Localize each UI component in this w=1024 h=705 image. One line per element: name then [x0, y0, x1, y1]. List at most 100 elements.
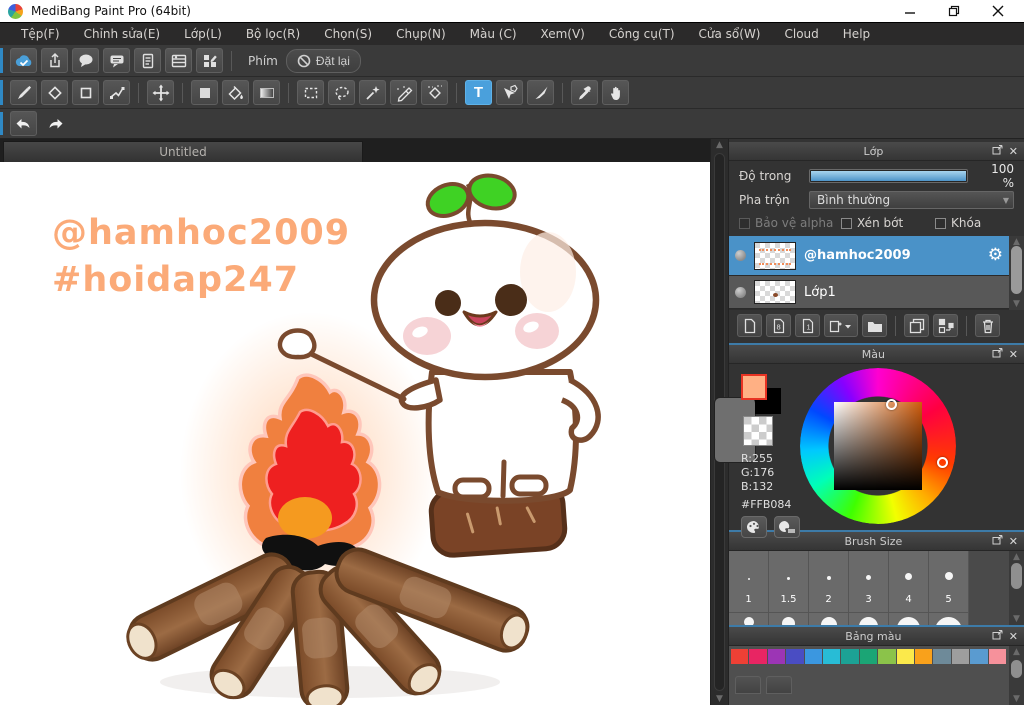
tool-gradient-button[interactable]: [253, 80, 280, 105]
drawing-canvas[interactable]: @hamhoc2009 #hoidap247: [0, 162, 710, 705]
menu-item[interactable]: Chỉnh sửa(E): [73, 24, 172, 44]
material-panel-button[interactable]: [165, 48, 192, 73]
palette-swatch[interactable]: [731, 649, 749, 664]
minimize-button[interactable]: [890, 1, 930, 21]
palette-swatch[interactable]: [767, 649, 786, 664]
opacity-slider[interactable]: [809, 169, 968, 183]
palette-menu-button[interactable]: [766, 676, 792, 694]
transparent-color-swatch[interactable]: [743, 416, 773, 446]
brush-size-cell[interactable]: 5: [929, 551, 969, 613]
brush-size-cell[interactable]: [729, 613, 769, 625]
palette-swatch[interactable]: [823, 649, 841, 664]
brush-size-cell[interactable]: 2: [809, 551, 849, 613]
cloud-sync-button[interactable]: [10, 48, 37, 73]
palette-swatch[interactable]: [988, 649, 1007, 664]
protect-alpha-checkbox[interactable]: Bảo vệ alpha: [739, 216, 835, 230]
popout-icon[interactable]: [992, 535, 1003, 547]
new-1bit-layer-button[interactable]: 1: [795, 314, 820, 337]
brush-panel-scrollbar[interactable]: ▲ ▼: [1009, 551, 1024, 625]
new-8bit-layer-button[interactable]: 8: [766, 314, 791, 337]
palette-swatch[interactable]: [951, 649, 970, 664]
palette-swatch[interactable]: [970, 649, 988, 664]
document-button[interactable]: [134, 48, 161, 73]
tool-lasso-button[interactable]: [328, 80, 355, 105]
palette-swatch[interactable]: [841, 649, 859, 664]
tool-select-eraser-button[interactable]: [421, 80, 448, 105]
menu-item[interactable]: Chọn(S): [313, 24, 383, 44]
brush-size-cell[interactable]: [769, 613, 809, 625]
layout-button[interactable]: [196, 48, 223, 73]
tool-hand-button[interactable]: [602, 80, 629, 105]
tool-move-button[interactable]: [147, 80, 174, 105]
palette-swatch[interactable]: [786, 649, 804, 664]
duplicate-layer-button[interactable]: [904, 314, 929, 337]
foreground-color-swatch[interactable]: [741, 374, 767, 400]
palette-scrollbar[interactable]: ▲ ▼: [1009, 646, 1024, 705]
reset-button[interactable]: Đặt lại: [285, 48, 361, 73]
scrollbar-thumb[interactable]: [1011, 563, 1022, 589]
layer-settings-gear-icon[interactable]: ⚙: [988, 247, 1003, 264]
palette-swatch[interactable]: [749, 649, 767, 664]
palette-button[interactable]: [741, 516, 767, 538]
add-palette-color-button[interactable]: [735, 676, 761, 694]
scroll-down-icon[interactable]: ▼: [711, 694, 728, 704]
brush-size-cell[interactable]: 1.5: [769, 551, 809, 613]
palette-swatch[interactable]: [915, 649, 933, 664]
scroll-up-icon[interactable]: ▲: [711, 140, 728, 150]
menu-item[interactable]: Tệp(F): [10, 24, 71, 44]
layer-folder-button[interactable]: [862, 314, 887, 337]
scroll-up-icon[interactable]: ▲: [1009, 647, 1024, 657]
palette-swatch[interactable]: [878, 649, 896, 664]
tool-shape-brush-button[interactable]: [72, 80, 99, 105]
close-icon[interactable]: ✕: [1009, 631, 1018, 642]
menu-item[interactable]: Xem(V): [530, 24, 596, 44]
menu-item[interactable]: Help: [832, 24, 881, 44]
tool-magic-wand-button[interactable]: [359, 80, 386, 105]
palette-hex-button[interactable]: [774, 516, 800, 538]
scroll-down-icon[interactable]: ▼: [1009, 614, 1024, 624]
scrollbar-thumb[interactable]: [1011, 246, 1022, 294]
brush-size-cell[interactable]: [809, 613, 849, 625]
menu-item[interactable]: Màu (C): [459, 24, 528, 44]
popout-icon[interactable]: [992, 630, 1003, 642]
delete-layer-button[interactable]: [975, 314, 1000, 337]
brush-size-cell[interactable]: 4: [889, 551, 929, 613]
menu-item[interactable]: Công cụ(T): [598, 24, 686, 44]
brush-size-cell[interactable]: [849, 613, 889, 625]
palette-swatch[interactable]: [859, 649, 878, 664]
merge-layer-button[interactable]: [933, 314, 958, 337]
tool-select-rect-button[interactable]: [297, 80, 324, 105]
saturation-value-box[interactable]: [834, 399, 922, 490]
lock-checkbox[interactable]: Khóa: [935, 216, 981, 230]
layer-list-scrollbar[interactable]: ▲ ▼: [1009, 236, 1024, 310]
tool-text-button[interactable]: T: [465, 80, 492, 105]
menu-item[interactable]: Cloud: [774, 24, 830, 44]
tool-fill-rect-button[interactable]: [191, 80, 218, 105]
brush-size-cell[interactable]: [889, 613, 929, 625]
message-button[interactable]: [103, 48, 130, 73]
layer-visibility-icon[interactable]: [735, 250, 746, 261]
scrollbar-thumb[interactable]: [1011, 660, 1022, 678]
tool-brush-button[interactable]: [10, 80, 37, 105]
layer-row-selected[interactable]: @hamhoc2009 ⚙: [729, 236, 1009, 276]
menu-item[interactable]: Bộ lọc(R): [235, 24, 311, 44]
brush-size-cell[interactable]: 3: [849, 551, 889, 613]
close-icon[interactable]: ✕: [1009, 536, 1018, 547]
menu-item[interactable]: Cửa sổ(W): [688, 24, 772, 44]
redo-button[interactable]: [41, 111, 68, 136]
menu-item[interactable]: Lớp(L): [173, 24, 233, 44]
tool-eraser-button[interactable]: [41, 80, 68, 105]
palette-swatch[interactable]: [933, 649, 951, 664]
tool-select-pen-button[interactable]: [390, 80, 417, 105]
tool-eyedropper-button[interactable]: [571, 80, 598, 105]
menu-item[interactable]: Chụp(N): [385, 24, 457, 44]
document-tab[interactable]: Untitled: [3, 141, 363, 162]
tool-bucket-button[interactable]: [222, 80, 249, 105]
popout-icon[interactable]: [992, 145, 1003, 157]
scroll-up-icon[interactable]: ▲: [1009, 552, 1024, 562]
tool-polyline-button[interactable]: [103, 80, 130, 105]
palette-swatch[interactable]: [804, 649, 823, 664]
scroll-down-icon[interactable]: ▼: [1009, 694, 1024, 704]
palette-swatch[interactable]: [896, 649, 915, 664]
layer-row[interactable]: Lớp1: [729, 276, 1009, 309]
